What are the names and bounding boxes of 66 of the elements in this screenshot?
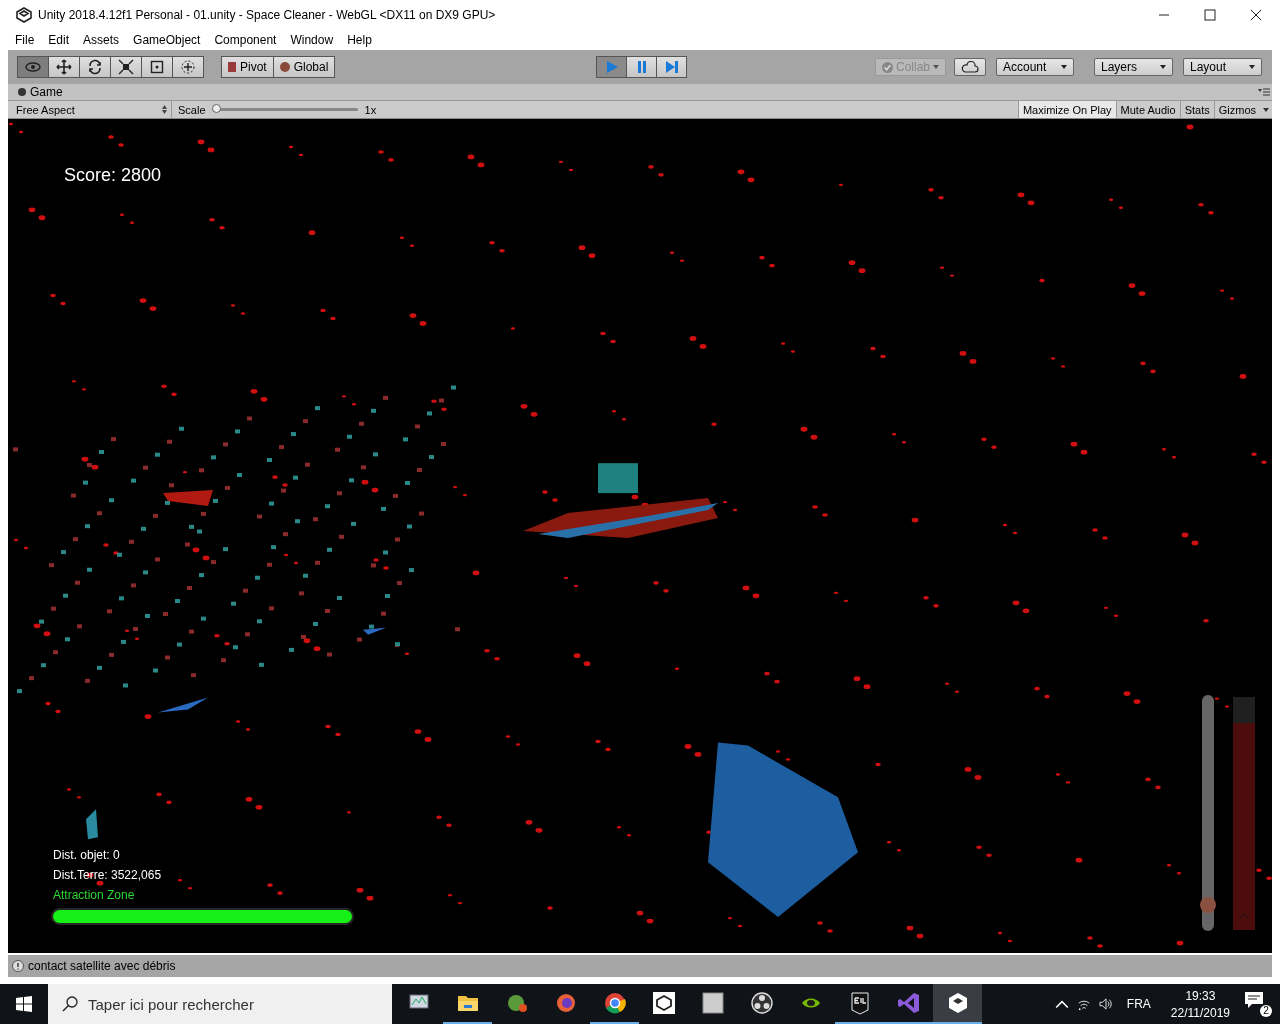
pause-button[interactable] xyxy=(626,56,658,78)
notification-button[interactable]: 2 xyxy=(1244,991,1272,1017)
earth-distance-text: Dist.Terre: 3522,065 xyxy=(53,868,163,882)
search-icon xyxy=(62,996,78,1012)
score-text: Score: 2800 xyxy=(64,165,162,186)
play-button[interactable] xyxy=(596,56,628,78)
menu-item[interactable]: Component xyxy=(214,33,277,47)
game-view-toggle[interactable]: Maximize On Play xyxy=(1017,101,1116,118)
menu-item[interactable]: File xyxy=(15,33,35,47)
taskbar-app-button[interactable] xyxy=(933,984,982,1024)
transform-icon xyxy=(180,59,196,75)
chevron-up-icon[interactable] xyxy=(1054,998,1069,1010)
layout-dropdown[interactable]: Layout xyxy=(1183,58,1262,76)
slider-thumb[interactable] xyxy=(211,104,221,113)
menu-item[interactable]: Edit xyxy=(48,33,70,47)
language-indicator[interactable]: FRA xyxy=(1126,997,1151,1011)
cloud-button[interactable] xyxy=(954,58,986,76)
transform-tool-button[interactable] xyxy=(172,56,204,78)
menu-item[interactable]: Assets xyxy=(83,33,120,47)
check-circle-icon xyxy=(881,61,893,73)
transform-tool-button[interactable] xyxy=(110,56,142,78)
clock[interactable]: 19:33 22/11/2019 xyxy=(1170,988,1230,1020)
up-down-caret-icon xyxy=(162,105,167,114)
eye-icon xyxy=(25,59,41,75)
scale-label: Scale xyxy=(178,103,206,116)
close-icon[interactable] xyxy=(1250,9,1262,21)
search-field[interactable]: Taper ici pour rechercher xyxy=(48,984,392,1024)
layers-dropdown[interactable]: Layers xyxy=(1094,58,1173,76)
caret-icon xyxy=(1160,65,1166,69)
global-button[interactable]: Global xyxy=(272,56,336,78)
chat-bubble-icon xyxy=(1244,991,1264,1009)
caret-icon xyxy=(933,65,939,69)
transform-tool-button[interactable] xyxy=(79,56,111,78)
notification-count: 2 xyxy=(1260,1005,1272,1017)
rotate-icon xyxy=(87,59,103,75)
caret-icon[interactable] xyxy=(1263,107,1269,112)
transform-tool-button[interactable] xyxy=(141,56,173,78)
throttle-slider[interactable] xyxy=(1202,695,1214,931)
start-icon[interactable] xyxy=(16,996,32,1012)
panel-menu-icon[interactable] xyxy=(1258,88,1270,96)
attraction-zone-label: Attraction Zone xyxy=(53,888,136,902)
info-icon xyxy=(12,960,24,972)
slider-thumb[interactable] xyxy=(1200,897,1216,914)
game-tab[interactable]: Game xyxy=(8,85,63,99)
account-dropdown[interactable]: Account xyxy=(996,58,1074,76)
scale-icon xyxy=(118,59,134,75)
object-distance-text: Dist. objet: 0 xyxy=(53,848,121,862)
menu-item[interactable]: GameObject xyxy=(133,33,201,47)
caret-icon xyxy=(1061,65,1067,69)
transform-tool-button[interactable] xyxy=(48,56,80,78)
move-arrows-icon xyxy=(56,59,72,75)
rect-tool-icon xyxy=(149,59,165,75)
maximize-icon[interactable] xyxy=(1204,9,1216,21)
status-message: contact satellite avec débris xyxy=(28,959,176,973)
blank-app-icon xyxy=(700,991,725,1015)
caret-icon xyxy=(1249,65,1255,69)
caret-up-icon xyxy=(1238,913,1250,920)
step-button[interactable] xyxy=(656,56,688,78)
volume-icon[interactable] xyxy=(1098,998,1113,1010)
step-icon xyxy=(663,59,680,75)
pivot-button[interactable]: Pivot xyxy=(221,56,274,78)
menu-item[interactable]: Window xyxy=(290,33,334,47)
menu-item[interactable]: Help xyxy=(347,33,372,47)
window-title: Unity 2018.4.12f1 Personal - 01.unity - Space Cleaner - WebGL <DX11 on DX9 GPU> xyxy=(38,8,496,22)
network-icon[interactable] xyxy=(1076,998,1091,1010)
scale-value: 1x xyxy=(364,103,377,116)
